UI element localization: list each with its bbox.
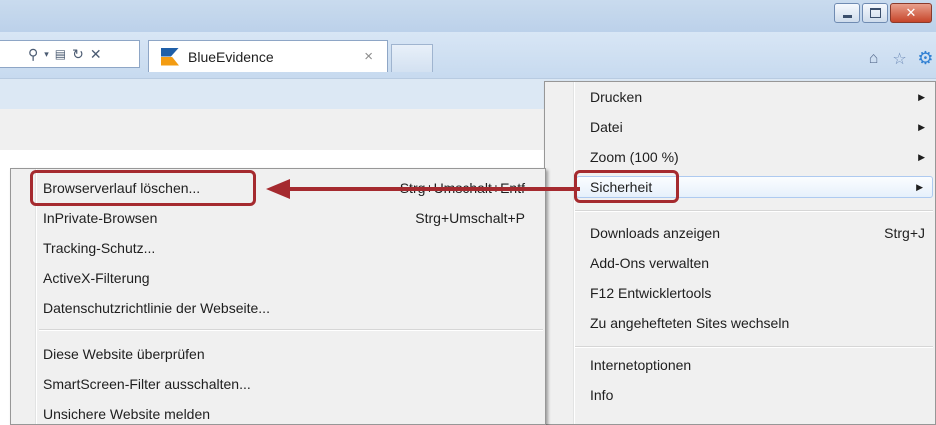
window-controls: ✕ bbox=[834, 3, 932, 23]
tab-title: BlueEvidence bbox=[188, 48, 274, 65]
browser-toolbar: ⚲ ▾ ▤ ↻ ✕ BlueEvidence × ⌂ ☆ ⚙ bbox=[0, 32, 936, 78]
submenu-arrow-icon: ▶ bbox=[918, 152, 925, 162]
menu-item-check-website[interactable]: Diese Website überprüfen bbox=[43, 343, 525, 365]
submenu-arrow-icon: ▶ bbox=[918, 122, 925, 132]
command-icons: ⌂ ☆ ⚙ bbox=[865, 48, 934, 68]
menu-gutter bbox=[35, 169, 37, 424]
tools-menu: Drucken ▶ Datei ▶ Zoom (100 %) ▶ Sicherh… bbox=[544, 81, 936, 425]
annotation-arrow-head-icon bbox=[266, 179, 290, 199]
menu-item-report-unsafe[interactable]: Unsichere Website melden bbox=[43, 403, 525, 425]
menu-item-privacy-policy[interactable]: Datenschutzrichtlinie der Webseite... bbox=[43, 297, 525, 319]
close-window-button[interactable]: ✕ bbox=[890, 3, 932, 23]
menu-item-zoom[interactable]: Zoom (100 %) ▶ bbox=[590, 146, 925, 168]
menu-separator bbox=[39, 329, 543, 331]
refresh-icon[interactable]: ↻ bbox=[72, 46, 84, 63]
highlight-sicherheit bbox=[574, 170, 679, 203]
menu-item-info[interactable]: Info bbox=[590, 384, 925, 406]
favorites-star-icon[interactable]: ☆ bbox=[891, 50, 908, 68]
new-tab-button[interactable] bbox=[391, 44, 433, 72]
tools-gear-icon[interactable]: ⚙ bbox=[917, 48, 934, 68]
dropdown-icon[interactable]: ▾ bbox=[44, 49, 49, 60]
security-submenu: Browserverlauf löschen... Strg+Umschalt+… bbox=[10, 168, 546, 425]
window-titlebar: ✕ bbox=[0, 0, 936, 32]
menu-item-smartscreen[interactable]: SmartScreen-Filter ausschalten... bbox=[43, 373, 525, 395]
menu-item-downloads[interactable]: Downloads anzeigen Strg+J bbox=[590, 222, 925, 244]
menu-item-activex-filtering[interactable]: ActiveX-Filterung bbox=[43, 267, 525, 289]
submenu-arrow-icon: ▶ bbox=[916, 182, 923, 192]
menu-separator bbox=[575, 210, 933, 212]
menu-item-datei[interactable]: Datei ▶ bbox=[590, 116, 925, 138]
menu-item-pinned-sites[interactable]: Zu angehefteten Sites wechseln bbox=[590, 312, 925, 334]
menu-item-addons[interactable]: Add-Ons verwalten bbox=[590, 252, 925, 274]
menu-item-tracking-protection[interactable]: Tracking-Schutz... bbox=[43, 237, 525, 259]
search-icon[interactable]: ⚲ bbox=[28, 46, 38, 63]
stop-icon[interactable]: ✕ bbox=[90, 46, 102, 63]
home-icon[interactable]: ⌂ bbox=[865, 50, 882, 67]
restore-icon bbox=[869, 8, 881, 18]
compat-view-icon[interactable]: ▤ bbox=[55, 47, 66, 61]
address-bar-controls: ⚲ ▾ ▤ ↻ ✕ bbox=[0, 40, 140, 68]
minimize-button[interactable] bbox=[834, 3, 860, 23]
menu-item-drucken[interactable]: Drucken ▶ bbox=[590, 86, 925, 108]
menu-item-internet-options[interactable]: Internetoptionen bbox=[590, 354, 925, 376]
blueevidence-favicon-icon bbox=[161, 47, 179, 66]
menu-item-devtools[interactable]: F12 Entwicklertools bbox=[590, 282, 925, 304]
close-icon: ✕ bbox=[905, 5, 917, 21]
submenu-arrow-icon: ▶ bbox=[918, 92, 925, 102]
menu-item-inprivate[interactable]: InPrivate-Browsen Strg+Umschalt+P bbox=[43, 207, 525, 229]
menu-separator bbox=[575, 346, 933, 348]
maximize-button[interactable] bbox=[862, 3, 888, 23]
highlight-delete-history bbox=[30, 170, 256, 206]
tab-close-icon[interactable]: × bbox=[364, 48, 373, 65]
tab-blueevidence[interactable]: BlueEvidence × bbox=[148, 40, 388, 72]
menu-gutter bbox=[573, 82, 575, 424]
annotation-arrow-line bbox=[287, 187, 580, 191]
minimize-icon bbox=[842, 14, 852, 18]
